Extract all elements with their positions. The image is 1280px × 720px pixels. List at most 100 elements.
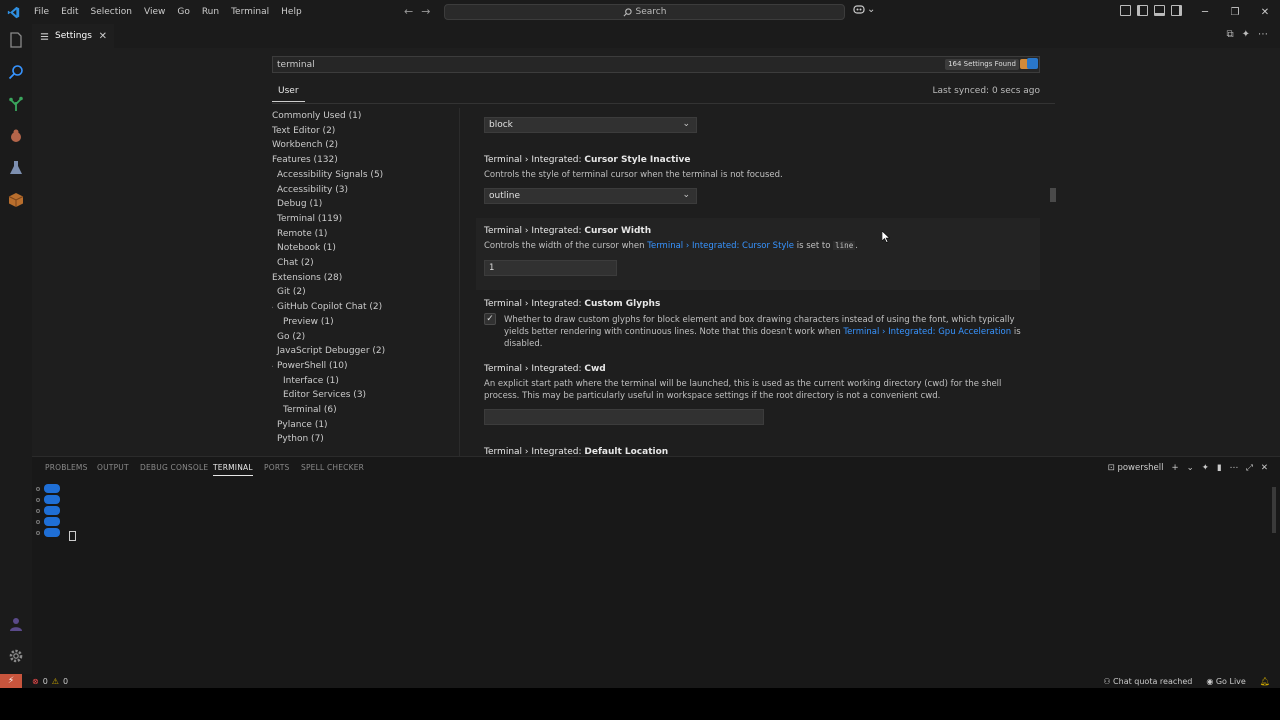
command-decoration-icon [36, 486, 40, 491]
restore-icon[interactable]: ❐ [1220, 0, 1250, 24]
customize-layout-icon[interactable] [1120, 5, 1131, 16]
split-terminal-icon[interactable]: ✦ [1202, 463, 1209, 473]
toc-item[interactable]: ⌄GitHub Copilot Chat (2) [272, 301, 382, 313]
toggle-panel-icon[interactable] [1154, 5, 1165, 16]
cursor-style-dropdown[interactable]: block ⌄ [484, 117, 697, 133]
cursor-style-inactive-dropdown[interactable]: outline ⌄ [484, 188, 697, 204]
tab-user-settings[interactable]: User [272, 84, 305, 102]
toc-item[interactable]: ⌄Features (132) [272, 154, 338, 166]
chat-quota-status[interactable]: ⚇ Chat quota reached [1103, 677, 1192, 686]
mouse-pointer-icon [882, 231, 890, 243]
gpu-acceleration-link[interactable]: Terminal › Integrated: Gpu Acceleration [843, 327, 1011, 337]
chevron-down-icon: ⌄ [682, 190, 690, 200]
maximize-panel-icon[interactable]: ⤢ [1246, 463, 1253, 473]
toc-item[interactable]: Git (2) [277, 286, 306, 298]
input-value: 1 [489, 263, 495, 273]
toc-item[interactable]: Notebook (1) [277, 242, 336, 254]
toc-item[interactable]: Text Editor (2) [272, 125, 335, 137]
menu-go[interactable]: Go [171, 0, 195, 24]
settings-scrollbar[interactable] [1050, 188, 1056, 202]
command-center-search[interactable]: Search [444, 4, 845, 20]
chevron-down-icon[interactable]: ⌄ [1187, 463, 1194, 473]
copilot-edit-icon[interactable]: ✦ [1242, 29, 1250, 40]
menu-terminal[interactable]: Terminal [225, 0, 275, 24]
filter-icon[interactable] [1027, 58, 1038, 69]
close-icon[interactable]: ✕ [99, 31, 107, 42]
forward-arrow-icon[interactable]: → [421, 4, 430, 20]
more-actions-icon[interactable]: ⋯ [1230, 463, 1239, 473]
testing-icon[interactable] [8, 160, 24, 176]
tab-settings[interactable]: Settings ✕ [32, 24, 114, 48]
terminal-profile[interactable]: ⊡ powershell [1108, 463, 1164, 473]
toc-item[interactable]: Pylance (1) [277, 419, 328, 431]
toc-label: Python (7) [277, 434, 324, 445]
header-divider [272, 103, 1055, 104]
command-decoration-icon [36, 508, 40, 513]
menu-selection[interactable]: Selection [85, 0, 138, 24]
toc-item[interactable]: Python (7) [277, 433, 324, 445]
problems-status[interactable]: ⊗ 0 ⚠ 0 [32, 677, 68, 686]
close-window-icon[interactable]: ✕ [1250, 0, 1280, 24]
toc-item[interactable]: Editor Services (3) [283, 389, 366, 401]
source-control-icon[interactable] [8, 96, 24, 112]
toc-item[interactable]: Accessibility (3) [277, 184, 348, 196]
custom-glyphs-checkbox[interactable]: ✓ [484, 313, 496, 325]
cwd-input[interactable] [484, 409, 764, 425]
toggle-secondary-sidebar-icon[interactable] [1171, 5, 1182, 16]
more-actions-icon[interactable]: ⋯ [1258, 29, 1268, 40]
tab-problems[interactable]: PROBLEMS [45, 463, 88, 472]
cursor-style-link[interactable]: Terminal › Integrated: Cursor Style [647, 241, 794, 251]
notifications-bell-icon[interactable]: 🔔︎ [1260, 677, 1270, 686]
tab-ports[interactable]: PORTS [264, 463, 289, 472]
toc-item[interactable]: Terminal (6) [283, 404, 337, 416]
go-live-button[interactable]: ◉ Go Live [1206, 677, 1246, 686]
toc-item[interactable]: Remote (1) [277, 228, 327, 240]
open-settings-json-icon[interactable]: ⧉ [1226, 29, 1233, 40]
toc-item[interactable]: Workbench (2) [272, 139, 338, 151]
tab-terminal[interactable]: TERMINAL [213, 463, 253, 476]
menu-edit[interactable]: Edit [55, 0, 84, 24]
remote-indicator-icon[interactable]: ⚡ [0, 674, 22, 688]
minimize-icon[interactable]: ─ [1190, 0, 1220, 24]
tab-output[interactable]: OUTPUT [97, 463, 129, 472]
tab-spell-checker[interactable]: SPELL CHECKER [301, 463, 364, 472]
back-arrow-icon[interactable]: ← [404, 4, 413, 20]
settings-search-input[interactable]: terminal 164 Settings Found [272, 56, 1040, 73]
terminal-scrollbar[interactable] [1272, 487, 1276, 533]
copilot-menu-button[interactable]: ⌄ [853, 4, 875, 15]
toc-item[interactable]: Go (2) [277, 331, 305, 343]
run-debug-icon[interactable] [8, 128, 24, 144]
toc-item[interactable]: Preview (1) [283, 316, 334, 328]
extensions-icon[interactable] [8, 192, 24, 208]
gear-icon[interactable] [8, 648, 24, 664]
toc-item[interactable]: ⌄PowerShell (10) [272, 360, 348, 372]
activity-bar [0, 24, 32, 674]
toc-item[interactable]: Debug (1) [277, 198, 322, 210]
prompt-segment [44, 484, 60, 493]
toc-item[interactable]: JavaScript Debugger (2) [277, 345, 385, 357]
setting-title: Terminal › Integrated: Default Location [484, 446, 1040, 456]
new-terminal-icon[interactable]: + [1172, 463, 1179, 473]
toc-item[interactable]: Terminal (119) [277, 213, 342, 225]
toc-item[interactable]: Interface (1) [283, 375, 339, 387]
setting-title: Terminal › Integrated: Cursor Width [484, 225, 1040, 237]
menu-help[interactable]: Help [275, 0, 308, 24]
menu-file[interactable]: File [28, 0, 55, 24]
menu-view[interactable]: View [138, 0, 171, 24]
copilot-icon: ⚇ [1103, 676, 1114, 686]
status-right: ⚇ Chat quota reached ◉ Go Live 🔔︎ [1103, 674, 1270, 688]
toc-item[interactable]: Accessibility Signals (5) [277, 169, 383, 181]
search-view-icon[interactable] [8, 64, 24, 80]
cursor-width-input[interactable]: 1 [484, 260, 617, 276]
toc-item[interactable]: ⌄Extensions (28) [272, 272, 342, 284]
toc-divider [459, 108, 460, 456]
tab-debug-console[interactable]: DEBUG CONSOLE [140, 463, 208, 472]
toc-item[interactable]: Commonly Used (1) [272, 110, 361, 122]
explorer-icon[interactable] [8, 32, 24, 48]
menu-run[interactable]: Run [196, 0, 225, 24]
account-icon[interactable] [8, 616, 24, 632]
toc-item[interactable]: Chat (2) [277, 257, 314, 269]
close-panel-icon[interactable]: ✕ [1261, 463, 1268, 473]
toggle-primary-sidebar-icon[interactable] [1137, 5, 1148, 16]
trash-icon[interactable]: ▮ [1217, 463, 1222, 473]
